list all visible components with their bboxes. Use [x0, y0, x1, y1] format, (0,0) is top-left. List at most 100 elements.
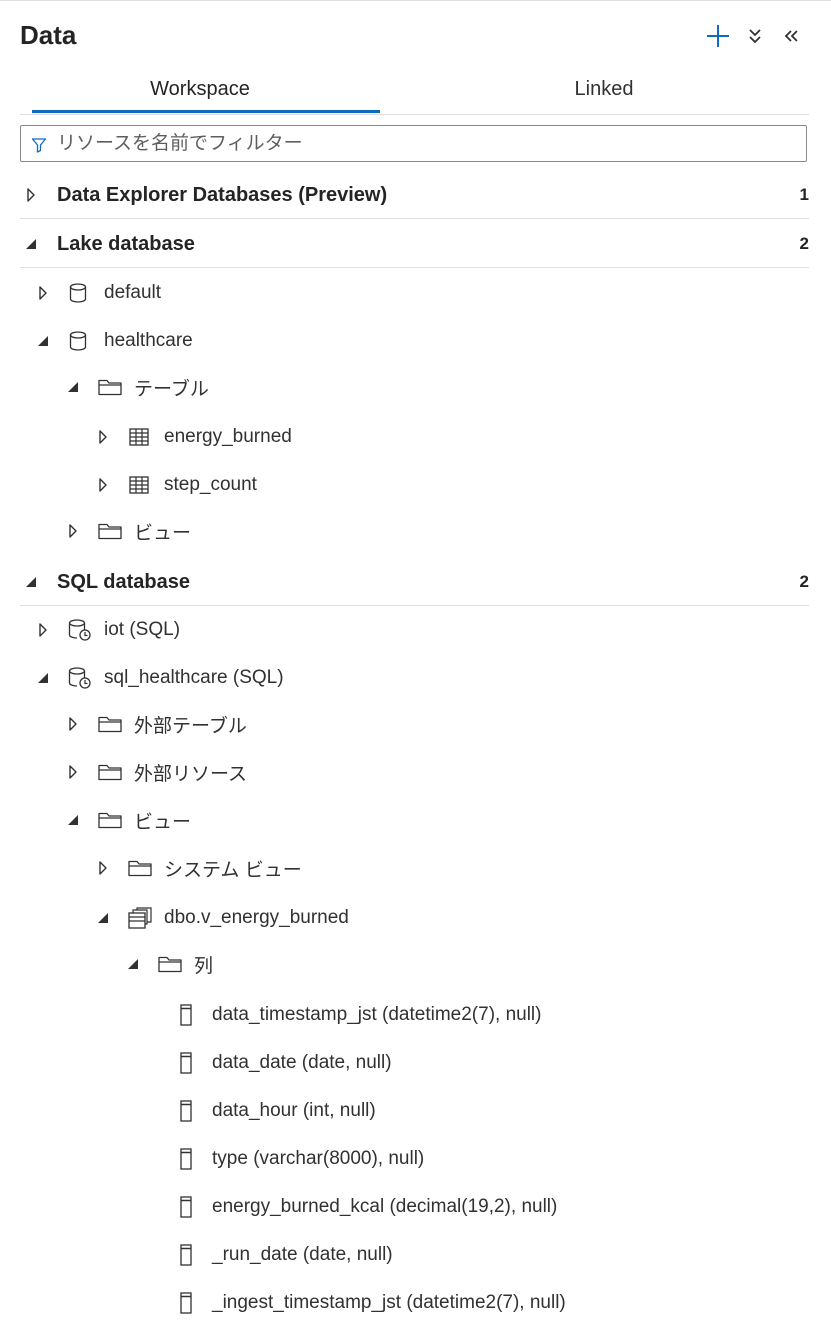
chevron-right-icon[interactable] [96, 860, 110, 876]
column-item[interactable]: energy_burned_kcal (decimal(19,2), null) [0, 1185, 831, 1229]
database-icon [69, 331, 87, 351]
column-icon [180, 1196, 192, 1218]
tree-label: energy_burned [164, 426, 292, 447]
column-item[interactable]: _ingest_timestamp_jst (datetime2(7), nul… [0, 1281, 831, 1325]
column-icon [180, 1100, 192, 1122]
tree-item-columns-folder[interactable]: 列 [0, 942, 831, 986]
column-label: _run_date (date, null) [212, 1244, 393, 1265]
folder-icon [158, 955, 182, 973]
sql-database-icon [68, 619, 92, 641]
tree-item-step-count[interactable]: step_count [0, 463, 831, 507]
tree-label: default [104, 282, 162, 303]
chevron-down-icon[interactable] [66, 812, 80, 828]
tree-label: step_count [164, 474, 257, 495]
tree-item-external-tables[interactable]: 外部テーブル [0, 702, 831, 746]
tree-label: ビュー [134, 811, 192, 833]
column-icon [180, 1052, 192, 1074]
column-label: data_date (date, null) [212, 1052, 392, 1073]
tree-label: iot (SQL) [104, 619, 181, 640]
divider [20, 267, 809, 268]
tree-item-sql-healthcare[interactable]: sql_healthcare (SQL) [0, 656, 831, 700]
tree-label: ビュー [134, 522, 192, 544]
table-icon [129, 476, 149, 494]
chevron-down-icon[interactable] [36, 670, 50, 686]
column-item[interactable]: data_timestamp_jst (datetime2(7), null) [0, 993, 831, 1037]
folder-icon [128, 859, 152, 877]
section-lake-database[interactable]: Lake database 2 [0, 222, 831, 266]
divider [20, 605, 809, 606]
folder-icon [98, 522, 122, 540]
column-label: energy_burned_kcal (decimal(19,2), null) [212, 1196, 558, 1217]
chevron-right-icon[interactable] [36, 622, 50, 638]
column-item[interactable]: data_hour (int, null) [0, 1089, 831, 1133]
chevron-right-icon[interactable] [96, 429, 110, 445]
tab-linked[interactable]: Linked [424, 66, 784, 112]
table-icon [129, 428, 149, 446]
chevron-down-icon[interactable] [24, 574, 38, 590]
tree-label: テーブル [134, 378, 209, 400]
filter-box [20, 125, 807, 162]
column-item[interactable]: type (varchar(8000), null) [0, 1137, 831, 1181]
sql-database-icon [68, 667, 92, 689]
tree-label: healthcare [104, 330, 193, 351]
tree-label: 列 [194, 955, 214, 977]
column-label: _ingest_timestamp_jst (datetime2(7), nul… [212, 1292, 566, 1313]
top-border [0, 0, 831, 1]
column-icon [180, 1004, 192, 1026]
view-icon [128, 907, 152, 929]
tree-item-healthcare[interactable]: healthcare [0, 319, 831, 363]
tree-item-default[interactable]: default [0, 271, 831, 315]
tree-item-sql-views-folder[interactable]: ビュー [0, 798, 831, 842]
chevron-right-icon[interactable] [96, 477, 110, 493]
tree-item-iot[interactable]: iot (SQL) [0, 608, 831, 652]
section-label: SQL database [57, 570, 191, 593]
tab-bar: Workspace Linked [20, 66, 809, 115]
chevron-down-icon[interactable] [66, 379, 80, 395]
chevron-down-icon[interactable] [96, 910, 110, 926]
tree-label: システム ビュー [164, 859, 302, 881]
chevron-right-icon[interactable] [66, 764, 80, 780]
collapse-all-icon[interactable] [741, 22, 769, 50]
folder-icon [98, 715, 122, 733]
database-icon [69, 283, 87, 303]
tree-item-view-energy-burned[interactable]: dbo.v_energy_burned [0, 896, 831, 940]
section-count: 2 [799, 572, 809, 591]
tree-label: 外部リソース [134, 763, 248, 785]
chevron-down-icon[interactable] [126, 956, 140, 972]
collapse-panel-icon[interactable] [777, 22, 805, 50]
panel-title: Data [20, 20, 77, 50]
section-sql-database[interactable]: SQL database 2 [0, 560, 831, 604]
column-label: data_hour (int, null) [212, 1100, 376, 1121]
column-label: type (varchar(8000), null) [212, 1148, 425, 1169]
column-icon [180, 1292, 192, 1314]
tree-label: sql_healthcare (SQL) [104, 667, 284, 688]
filter-icon [31, 138, 47, 153]
section-label: Lake database [57, 232, 195, 255]
chevron-right-icon[interactable] [36, 285, 50, 301]
column-icon [180, 1148, 192, 1170]
chevron-down-icon[interactable] [36, 333, 50, 349]
divider [20, 218, 809, 219]
filter-input[interactable] [57, 126, 797, 161]
tab-workspace[interactable]: Workspace [20, 66, 380, 113]
folder-icon [98, 378, 122, 396]
tree-item-external-resources[interactable]: 外部リソース [0, 750, 831, 794]
tree-label: 外部テーブル [134, 715, 247, 737]
tree-item-system-views[interactable]: システム ビュー [0, 846, 831, 890]
column-label: data_timestamp_jst (datetime2(7), null) [212, 1004, 542, 1025]
chevron-right-icon[interactable] [66, 716, 80, 732]
section-label: Data Explorer Databases (Preview) [57, 183, 388, 206]
column-item[interactable]: _run_date (date, null) [0, 1233, 831, 1277]
add-icon[interactable] [704, 22, 732, 50]
folder-icon [98, 811, 122, 829]
tree-item-tables-folder[interactable]: テーブル [0, 365, 831, 409]
column-item[interactable]: data_date (date, null) [0, 1041, 831, 1085]
chevron-down-icon[interactable] [24, 236, 38, 252]
tree-item-energy-burned[interactable]: energy_burned [0, 415, 831, 459]
tree-label: dbo.v_energy_burned [164, 907, 349, 928]
tree-item-views-folder[interactable]: ビュー [0, 509, 831, 553]
section-count: 2 [799, 234, 809, 253]
chevron-right-icon[interactable] [24, 187, 38, 203]
chevron-right-icon[interactable] [66, 523, 80, 539]
section-data-explorer[interactable]: Data Explorer Databases (Preview) 1 [0, 173, 831, 217]
